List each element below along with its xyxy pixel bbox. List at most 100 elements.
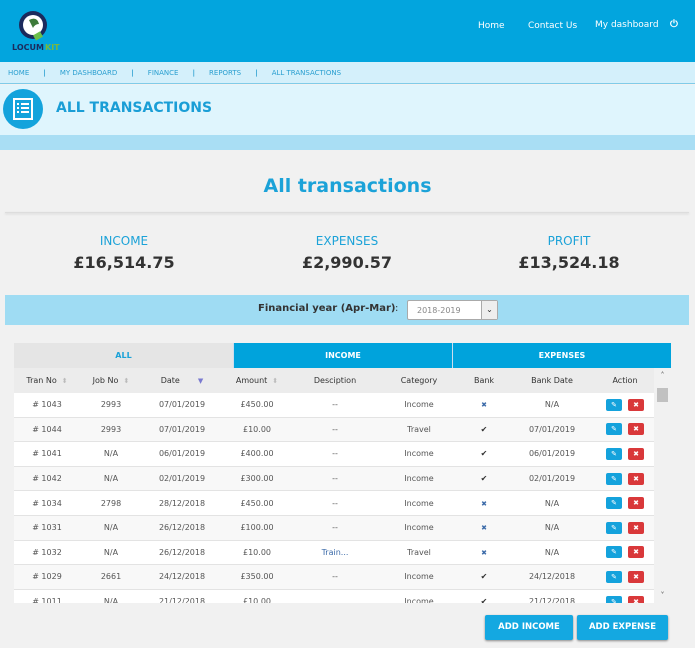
cell-tran-no: # 1041 — [32, 449, 62, 459]
financial-year-select[interactable]: 2018-2019 ⌄ — [407, 300, 498, 320]
col-category: Category — [400, 376, 438, 385]
transactions-table: ALL INCOME EXPENSES Tran No ⬍ Job No ⬍ Dat… — [14, 343, 671, 603]
cell-bank-date: 07/01/2019 — [528, 424, 576, 434]
power-icon[interactable]: ⏻ — [670, 19, 678, 30]
chevron-down-icon[interactable]: ⌄ — [481, 301, 497, 319]
cell-description: -- — [332, 424, 338, 434]
cell-category: Income — [404, 400, 434, 410]
cell-amount: £450.00 — [240, 498, 274, 508]
tab-all[interactable]: ALL — [14, 343, 233, 368]
sort-icon[interactable]: ⬍ — [62, 377, 68, 385]
edit-button[interactable]: ✎ — [606, 521, 622, 534]
cell-category: Income — [404, 449, 434, 459]
scrollbar-thumb[interactable] — [657, 388, 668, 402]
cell-bank-date: 02/01/2019 — [528, 474, 576, 484]
svg-text:KIT: KIT — [45, 43, 60, 52]
scroll-up-icon[interactable]: ˄ — [654, 371, 671, 380]
delete-button[interactable]: ✖ — [628, 423, 644, 436]
cell-bank-date: 06/01/2019 — [528, 449, 576, 459]
cell-amount: £10.00 — [243, 597, 271, 603]
col-date[interactable]: Date ▼ — [142, 368, 222, 393]
cell-tran-no: # 1042 — [32, 474, 62, 484]
edit-button[interactable]: ✎ — [606, 423, 622, 436]
cell-tran-no: # 1011 — [32, 597, 62, 603]
delete-button[interactable]: ✖ — [628, 546, 644, 559]
col-label: Job No — [92, 376, 119, 385]
col-tran-no[interactable]: Tran No ⬍ — [14, 368, 80, 393]
cell-action: ✎ ✖ — [596, 570, 654, 583]
cell-description: -- — [332, 474, 338, 484]
edit-button[interactable]: ✎ — [606, 497, 622, 510]
cross-icon: ✖ — [481, 548, 487, 557]
add-income-button[interactable]: ADD INCOME — [485, 615, 573, 640]
cell-tran-no: # 1044 — [32, 424, 62, 434]
tab-bar: ALL INCOME EXPENSES — [14, 343, 671, 368]
table-row: # 1041 N/A 06/01/2019 £400.00 -- Income ✔ 06/01… — [14, 442, 654, 467]
breadcrumb-separator: | — [43, 68, 46, 77]
cell-action: ✎ ✖ — [596, 521, 654, 534]
cell-action: ✎ ✖ — [596, 595, 654, 603]
expenses-value: £2,990.57 — [301, 253, 393, 272]
cell-bank-date: N/A — [544, 547, 560, 557]
delete-button[interactable]: ✖ — [628, 472, 644, 485]
tab-expenses[interactable]: EXPENSES — [452, 343, 671, 368]
scrollbar[interactable]: ˄ ˅ — [654, 368, 671, 603]
cell-amount: £100.00 — [240, 523, 274, 533]
cell-tran-no: # 1034 — [32, 498, 62, 508]
cell-job-no: N/A — [103, 449, 119, 459]
divider — [5, 212, 689, 213]
cell-job-no: 2661 — [100, 572, 122, 582]
delete-button[interactable]: ✖ — [628, 521, 644, 534]
nav-home[interactable]: Home — [478, 21, 505, 31]
check-icon: ✔ — [480, 474, 488, 484]
breadcrumb-reports[interactable]: REPORTS — [209, 69, 241, 77]
edit-button[interactable]: ✎ — [606, 546, 622, 559]
cell-date: 28/12/2018 — [158, 498, 206, 508]
table-header: Tran No ⬍ Job No ⬍ Date ▼ Amount ⬍ Desciptio… — [14, 368, 654, 393]
edit-button[interactable]: ✎ — [606, 570, 622, 583]
edit-button[interactable]: ✎ — [606, 447, 622, 460]
nav-my-dashboard[interactable]: My dashboard — [595, 20, 659, 30]
cell-date: 26/12/2018 — [158, 547, 206, 557]
page-title: ALL TRANSACTIONS — [56, 100, 213, 116]
scroll-down-icon[interactable]: ˅ — [654, 591, 671, 600]
add-expense-button[interactable]: ADD EXPENSE — [577, 615, 668, 640]
col-amount[interactable]: Amount ⬍ — [222, 368, 292, 393]
col-job-no[interactable]: Job No ⬍ — [80, 368, 142, 393]
cell-action: ✎ ✖ — [596, 497, 654, 510]
col-bank-date: Bank Date — [531, 376, 573, 385]
breadcrumb-home[interactable]: HOME — [8, 69, 29, 77]
sort-icon[interactable]: ⬍ — [272, 377, 278, 385]
sort-icon[interactable]: ⬍ — [123, 377, 129, 385]
cell-action: ✎ ✖ — [596, 546, 654, 559]
edit-button[interactable]: ✎ — [606, 595, 622, 603]
delete-button[interactable]: ✖ — [628, 595, 644, 603]
tab-income[interactable]: INCOME — [233, 343, 452, 368]
nav-contact-us[interactable]: Contact Us — [528, 21, 577, 31]
cell-job-no: N/A — [103, 523, 119, 533]
cell-action: ✎ ✖ — [596, 472, 654, 485]
logo[interactable]: LOCUM KIT — [12, 8, 60, 54]
breadcrumb-all-transactions[interactable]: ALL TRANSACTIONS — [272, 69, 341, 77]
delete-button[interactable]: ✖ — [628, 398, 644, 411]
cell-description[interactable]: Train... — [292, 548, 378, 557]
cell-tran-no: # 1032 — [32, 547, 62, 557]
edit-button[interactable]: ✎ — [606, 472, 622, 485]
check-icon: ✔ — [480, 449, 488, 459]
edit-button[interactable]: ✎ — [606, 398, 622, 411]
delete-button[interactable]: ✖ — [628, 447, 644, 460]
sort-desc-icon[interactable]: ▼ — [198, 377, 203, 385]
delete-button[interactable]: ✖ — [628, 570, 644, 583]
expenses-stat: EXPENSES £2,990.57 — [247, 234, 447, 272]
table-row: # 1034 2798 28/12/2018 £450.00 -- Income ✖ N/A ✎… — [14, 491, 654, 516]
delete-button[interactable]: ✖ — [628, 497, 644, 510]
breadcrumb-finance[interactable]: FINANCE — [148, 69, 179, 77]
cell-category: Travel — [407, 424, 431, 434]
cell-bank: ✔ — [460, 572, 508, 581]
cell-bank: ✔ — [460, 597, 508, 603]
breadcrumb-my-dashboard[interactable]: MY DASHBOARD — [60, 69, 117, 77]
table-row: # 1032 N/A 26/12/2018 £10.00 Train... Travel ✖… — [14, 541, 654, 566]
cell-category: Income — [404, 572, 434, 582]
table-row: # 1031 N/A 26/12/2018 £100.00 -- Income ✖ N/A ✎ ✖ — [14, 515, 654, 541]
cell-job-no: 2993 — [100, 424, 122, 434]
